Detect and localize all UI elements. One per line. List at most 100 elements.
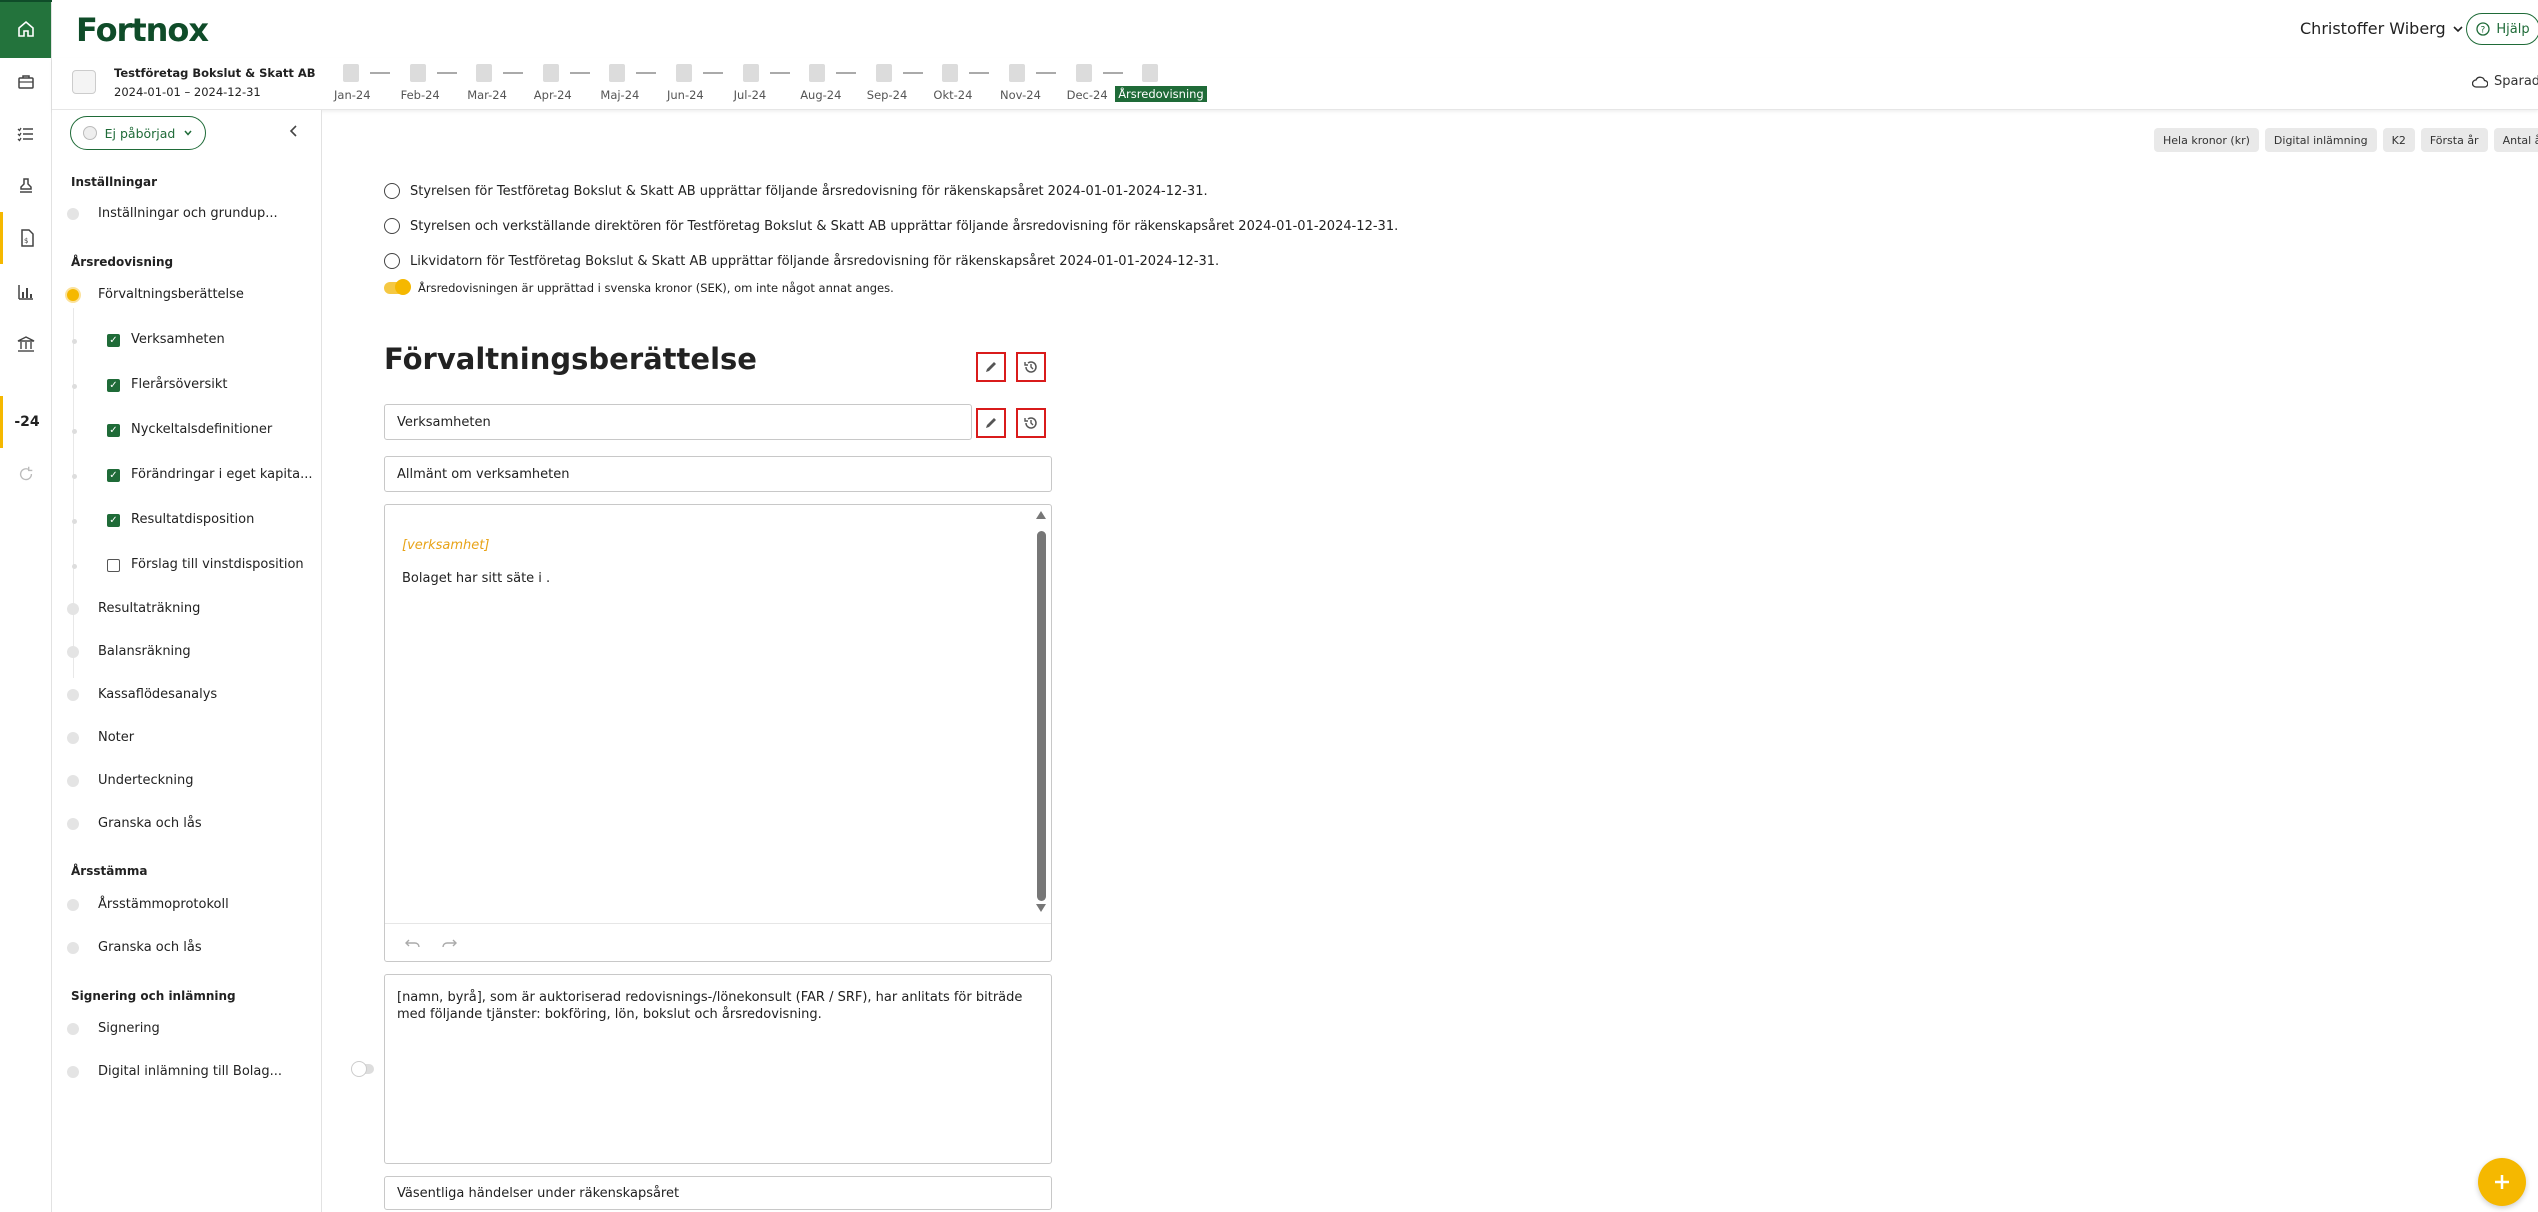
chart-button[interactable] bbox=[0, 266, 51, 318]
redo-button[interactable] bbox=[441, 935, 457, 953]
sync-button[interactable] bbox=[0, 448, 51, 500]
period-document-icon[interactable] bbox=[875, 64, 892, 82]
bank-button[interactable] bbox=[0, 318, 51, 370]
nav-nyckeltal[interactable]: Nyckeltalsdefinitioner bbox=[131, 422, 272, 437]
period-document-icon[interactable] bbox=[542, 64, 559, 82]
radio-option-likvidatorn[interactable]: Likvidatorn för Testföretag Bokslut & Sk… bbox=[384, 253, 1219, 269]
nav-verksamheten[interactable]: Verksamheten bbox=[131, 332, 225, 347]
period-month-label[interactable]: Jan-24 bbox=[334, 88, 371, 102]
nav-forvaltningsberattelse[interactable]: Förvaltningsberättelse bbox=[98, 287, 244, 302]
saved-status: Sparad bbox=[2472, 74, 2538, 89]
nav-digital-inlamning[interactable]: Digital inlämning till Bolag... bbox=[98, 1064, 282, 1079]
period-document-icon[interactable] bbox=[476, 64, 493, 82]
fiscal-year-button[interactable]: -24 bbox=[0, 396, 51, 448]
nav-forslag-vinstdisposition[interactable]: Förslag till vinstdisposition bbox=[131, 557, 304, 572]
status-dropdown[interactable]: Ej påbörjad bbox=[70, 116, 206, 150]
help-label: Hjälp bbox=[2496, 21, 2530, 37]
period-month-label[interactable]: Jun-24 bbox=[667, 88, 704, 102]
period-document-icon[interactable] bbox=[676, 64, 692, 82]
section-signering: Signering och inlämning bbox=[71, 989, 236, 1003]
scrollbar-thumb[interactable] bbox=[1037, 531, 1046, 901]
period-month-label[interactable]: Mar-24 bbox=[467, 88, 507, 102]
nav-arsstammoprotokoll[interactable]: Årsstämmoprotokoll bbox=[98, 897, 229, 912]
consultant-textbox[interactable]: [namn, byrå], som är auktoriserad redovi… bbox=[384, 974, 1052, 1164]
checklist-button[interactable] bbox=[0, 108, 51, 160]
subsection-title-field[interactable]: Allmänt om verksamheten bbox=[384, 456, 1052, 492]
currency-toggle[interactable] bbox=[384, 279, 411, 295]
currency-toggle-row: Årsredovisningen är upprättad i svenska … bbox=[384, 279, 894, 295]
sub-status-dot bbox=[72, 384, 77, 389]
radio-button[interactable] bbox=[384, 218, 400, 234]
period-document-icon[interactable] bbox=[1075, 64, 1092, 82]
nav-forandringar-eget-kapital[interactable]: Förändringar i eget kapita... bbox=[131, 467, 312, 482]
nav-noter[interactable]: Noter bbox=[98, 730, 134, 745]
nav-signering[interactable]: Signering bbox=[98, 1021, 160, 1036]
user-menu[interactable]: Christoffer Wiberg bbox=[2300, 19, 2464, 38]
annual-report-button[interactable]: $ bbox=[0, 212, 51, 264]
period-document-icon[interactable] bbox=[742, 64, 759, 82]
radio-option-styrelsen[interactable]: Styrelsen för Testföretag Bokslut & Skat… bbox=[384, 183, 1208, 199]
period-document-icon[interactable] bbox=[942, 64, 959, 82]
checkbox-checked: ✓ bbox=[107, 424, 120, 437]
collapse-sidebar-button[interactable] bbox=[288, 122, 300, 143]
scroll-up-arrow[interactable] bbox=[1036, 511, 1046, 519]
history-icon bbox=[1024, 417, 1037, 429]
help-button[interactable]: ? Hjälp bbox=[2466, 13, 2538, 45]
nav-granska-och-las-1[interactable]: Granska och lås bbox=[98, 816, 202, 831]
stamp-button[interactable] bbox=[0, 160, 51, 212]
annual-report-document-icon[interactable] bbox=[1142, 64, 1159, 82]
period-document-icon[interactable] bbox=[809, 64, 826, 82]
section-title-field[interactable]: Verksamheten bbox=[384, 404, 972, 440]
add-floating-button[interactable] bbox=[2478, 1158, 2526, 1206]
scroll-down-arrow[interactable] bbox=[1036, 904, 1046, 912]
nav-underteckning[interactable]: Underteckning bbox=[98, 773, 193, 788]
nav-flerarsoversikt[interactable]: Flerårsöversikt bbox=[131, 377, 228, 392]
settings-tag[interactable]: Hela kronor (kr) bbox=[2154, 128, 2259, 152]
nav-status-dot bbox=[67, 732, 79, 744]
period-month-label[interactable]: Okt-24 bbox=[933, 88, 972, 102]
period-month-label[interactable]: Nov-24 bbox=[1000, 88, 1041, 102]
nav-resultatrakning[interactable]: Resultaträkning bbox=[98, 601, 200, 616]
nav-kassaflodesanalys[interactable]: Kassaflödesanalys bbox=[98, 687, 217, 702]
period-month-label[interactable]: Aug-24 bbox=[800, 88, 841, 102]
radio-option-styrelsen-vd[interactable]: Styrelsen och verkställande direktören f… bbox=[384, 218, 1398, 234]
period-document-icon[interactable] bbox=[343, 64, 359, 82]
period-month-label[interactable]: Feb-24 bbox=[401, 88, 440, 102]
settings-tag[interactable]: K2 bbox=[2382, 128, 2415, 152]
fortnox-logo[interactable]: Fortnox bbox=[76, 11, 209, 49]
undo-button[interactable] bbox=[405, 935, 421, 953]
period-document-icon[interactable] bbox=[1009, 64, 1025, 82]
document-icon: $ bbox=[21, 229, 34, 247]
nav-resultatdisposition[interactable]: Resultatdisposition bbox=[131, 512, 254, 527]
period-month-label[interactable]: Apr-24 bbox=[534, 88, 572, 102]
edit-section-button[interactable] bbox=[976, 408, 1006, 438]
period-active-label[interactable]: Årsredovisning bbox=[1115, 86, 1207, 102]
nav-installningar-grund[interactable]: Inställningar och grundup... bbox=[98, 206, 278, 221]
briefcase-button[interactable] bbox=[0, 56, 51, 108]
rich-text-editor[interactable]: [verksamhet] Bolaget har sitt säte i . bbox=[384, 504, 1052, 962]
period-connector bbox=[969, 72, 990, 74]
period-month-label[interactable]: Jul-24 bbox=[734, 88, 767, 102]
edit-heading-button[interactable] bbox=[976, 352, 1006, 382]
radio-button[interactable] bbox=[384, 183, 400, 199]
nav-balansrakning[interactable]: Balansräkning bbox=[98, 644, 191, 659]
period-month-label[interactable]: Sep-24 bbox=[867, 88, 907, 102]
history-section-button[interactable] bbox=[1016, 408, 1046, 438]
editor-footer-divider bbox=[385, 923, 1051, 924]
period-month-label[interactable]: Dec-24 bbox=[1067, 88, 1108, 102]
next-section-field[interactable]: Väsentliga händelser under räkenskapsåre… bbox=[384, 1176, 1052, 1210]
home-button[interactable] bbox=[0, 0, 51, 58]
settings-tag[interactable]: Antal år 1 bbox=[2493, 128, 2538, 152]
settings-tag[interactable]: Första år bbox=[2420, 128, 2488, 152]
settings-tag[interactable]: Digital inlämning bbox=[2264, 128, 2377, 152]
history-heading-button[interactable] bbox=[1016, 352, 1046, 382]
radio-button[interactable] bbox=[384, 253, 400, 269]
stamp-icon bbox=[19, 178, 32, 193]
question-icon: ? bbox=[2476, 22, 2491, 36]
period-document-icon[interactable] bbox=[409, 64, 426, 82]
consultant-toggle[interactable] bbox=[351, 1061, 374, 1077]
period-document-icon[interactable] bbox=[609, 64, 626, 82]
sub-status-dot bbox=[72, 339, 77, 344]
nav-granska-och-las-2[interactable]: Granska och lås bbox=[98, 940, 202, 955]
period-month-label[interactable]: Maj-24 bbox=[600, 88, 639, 102]
